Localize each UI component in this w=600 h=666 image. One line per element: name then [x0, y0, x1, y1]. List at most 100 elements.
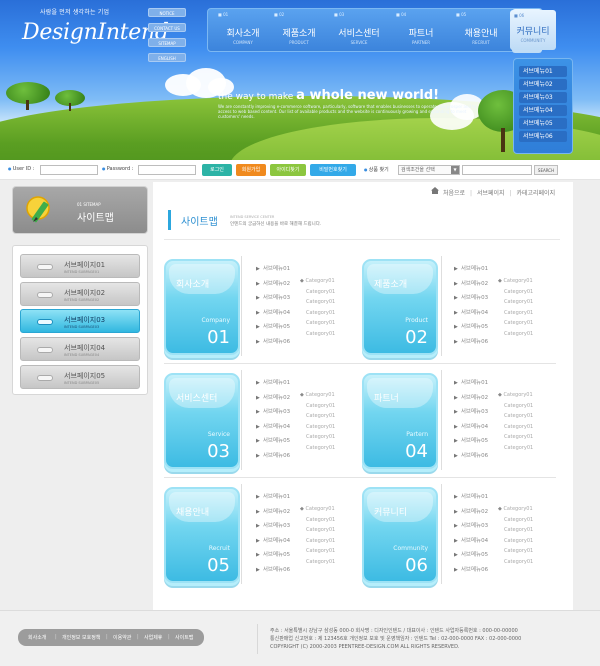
sitemap-category-link[interactable]: Category01	[504, 445, 533, 451]
sitemap-category-link[interactable]: Category01	[504, 559, 533, 565]
join-button[interactable]: 회원가입	[236, 164, 266, 176]
sitemap-menu-link[interactable]: ▶ 서브메뉴05	[256, 550, 290, 558]
footer-link-company[interactable]: 회사소개	[28, 634, 46, 641]
sitemap-category-link[interactable]: Category01	[306, 331, 335, 337]
footer-link-sitemap[interactable]: 사이트맵	[175, 634, 193, 641]
sitemap-menu-link[interactable]: ▶ 서브메뉴04	[256, 536, 290, 544]
find-password-button[interactable]: 비밀번호찾기	[310, 164, 356, 176]
sitemap-category-link[interactable]: ◆ Category01	[498, 392, 533, 398]
sitemap-category-link[interactable]: Category01	[306, 527, 335, 533]
sitemap-category-link[interactable]: Category01	[306, 548, 335, 554]
gnb-company[interactable]: 01 회사소개 COMPANY	[212, 9, 274, 53]
sitemap-menu-link[interactable]: ▶ 서브메뉴05	[256, 322, 290, 330]
sitemap-category-link[interactable]: Category01	[306, 434, 335, 440]
sitemap-category-link[interactable]: Category01	[306, 559, 335, 565]
sitemap-menu-link[interactable]: ▶ 서브메뉴03	[454, 407, 488, 415]
sitemap-category-link[interactable]: Category01	[504, 434, 533, 440]
sitemap-category-link[interactable]: Category01	[504, 331, 533, 337]
sitemap-category-link[interactable]: Category01	[306, 424, 335, 430]
sitemap-menu-link[interactable]: ▶ 서브메뉴05	[454, 436, 488, 444]
lnb-item-subpage05[interactable]: 서브페이지05 INTEND SUBPAGE05	[20, 365, 140, 389]
sitemap-menu-link[interactable]: ▶ 서브메뉴06	[256, 565, 290, 573]
dropdown-item[interactable]: 서브메뉴03	[519, 92, 567, 103]
search-input[interactable]	[462, 165, 532, 175]
sitemap-category-link[interactable]: Category01	[504, 527, 533, 533]
sitemap-category-link[interactable]: Category01	[504, 403, 533, 409]
sitemap-card-service[interactable]: 서비스센터 Service 03	[164, 373, 240, 469]
sitemap-menu-link[interactable]: ▶ 서브메뉴06	[454, 451, 488, 459]
sitemap-category-link[interactable]: Category01	[306, 445, 335, 451]
dropdown-item[interactable]: 서브메뉴02	[519, 79, 567, 90]
sitemap-card-community[interactable]: 커뮤니티 Community 06	[362, 487, 438, 583]
sitemap-menu-link[interactable]: ▶ 서브메뉴05	[454, 550, 488, 558]
sitemap-category-link[interactable]: Category01	[504, 424, 533, 430]
sitemap-menu-link[interactable]: ▶ 서브메뉴03	[256, 521, 290, 529]
sitemap-category-link[interactable]: Category01	[306, 299, 335, 305]
sitemap-menu-link[interactable]: ▶ 서브메뉴03	[256, 407, 290, 415]
sitemap-category-link[interactable]: Category01	[306, 538, 335, 544]
sitemap-menu-link[interactable]: ▶ 서브메뉴02	[256, 279, 290, 287]
breadcrumb-home[interactable]: 처음으로	[443, 190, 465, 197]
password-input[interactable]	[138, 165, 196, 175]
lnb-item-subpage02[interactable]: 서브페이지02 INTEND SUBPAGE02	[20, 282, 140, 306]
sitemap-menu-link[interactable]: ▶ 서브메뉴01	[256, 264, 290, 272]
sitemap-menu-link[interactable]: ▶ 서브메뉴03	[256, 293, 290, 301]
gnb-community-active[interactable]: 06 커뮤니티 COMMUNITY	[510, 10, 556, 50]
sitemap-menu-link[interactable]: ▶ 서브메뉴02	[256, 393, 290, 401]
sitemap-category-link[interactable]: Category01	[306, 517, 335, 523]
sitemap-menu-link[interactable]: ▶ 서브메뉴04	[256, 308, 290, 316]
sitemap-menu-link[interactable]: ▶ 서브메뉴01	[454, 264, 488, 272]
sitemap-card-recruit[interactable]: 채용안내 Recruit 05	[164, 487, 240, 583]
sitemap-category-link[interactable]: ◆ Category01	[498, 506, 533, 512]
sitemap-menu-link[interactable]: ▶ 서브메뉴02	[454, 279, 488, 287]
lnb-item-subpage03[interactable]: 서브페이지03 INTEND SUBPAGE03	[20, 309, 140, 333]
footer-link-partnership[interactable]: 사업제휴	[144, 634, 162, 641]
sitemap-card-partner[interactable]: 파트너 Partern 04	[362, 373, 438, 469]
dropdown-item[interactable]: 서브메뉴05	[519, 118, 567, 129]
sitemap-category-link[interactable]: Category01	[504, 517, 533, 523]
sitemap-category-link[interactable]: Category01	[504, 310, 533, 316]
sitemap-card-product[interactable]: 제품소개 Product 02	[362, 259, 438, 355]
gnb-partner[interactable]: 04 파트너 PARTNER	[390, 9, 452, 53]
sitemap-menu-link[interactable]: ▶ 서브메뉴02	[454, 507, 488, 515]
sitemap-menu-link[interactable]: ▶ 서브메뉴01	[256, 492, 290, 500]
util-sitemap[interactable]: SITEMAP	[148, 38, 186, 47]
sitemap-category-link[interactable]: Category01	[306, 289, 335, 295]
util-notice[interactable]: NOTICE	[148, 8, 186, 17]
sitemap-category-link[interactable]: Category01	[504, 538, 533, 544]
sitemap-menu-link[interactable]: ▶ 서브메뉴05	[454, 322, 488, 330]
footer-link-privacy[interactable]: 개인정보 보호정책	[62, 634, 100, 641]
sitemap-menu-link[interactable]: ▶ 서브메뉴06	[256, 451, 290, 459]
sitemap-menu-link[interactable]: ▶ 서브메뉴01	[454, 378, 488, 386]
sitemap-category-link[interactable]: Category01	[306, 403, 335, 409]
sitemap-menu-link[interactable]: ▶ 서브메뉴06	[454, 565, 488, 573]
sitemap-category-link[interactable]: ◆ Category01	[300, 278, 335, 284]
search-condition-select[interactable]: 검색조건을 선택 ▼	[398, 165, 460, 175]
gnb-service[interactable]: 03 서비스센터 SERVICE	[328, 9, 390, 53]
sitemap-menu-link[interactable]: ▶ 서브메뉴06	[454, 337, 488, 345]
sitemap-category-link[interactable]: Category01	[504, 299, 533, 305]
breadcrumb-sub[interactable]: 서브페이지	[477, 190, 505, 197]
breadcrumb-category[interactable]: 카테고리페이지	[516, 190, 555, 197]
lnb-item-subpage01[interactable]: 서브페이지01 INTEND SUBPAGE01	[20, 254, 140, 278]
sitemap-category-link[interactable]: Category01	[504, 320, 533, 326]
sitemap-menu-link[interactable]: ▶ 서브메뉴04	[454, 308, 488, 316]
sitemap-menu-link[interactable]: ▶ 서브메뉴06	[256, 337, 290, 345]
util-contact[interactable]: CONTACT US	[148, 23, 186, 32]
sitemap-category-link[interactable]: Category01	[504, 289, 533, 295]
sitemap-category-link[interactable]: Category01	[306, 320, 335, 326]
user-id-input[interactable]	[40, 165, 98, 175]
sitemap-category-link[interactable]: Category01	[504, 413, 533, 419]
sitemap-category-link[interactable]: Category01	[504, 548, 533, 554]
sitemap-menu-link[interactable]: ▶ 서브메뉴04	[454, 422, 488, 430]
util-english[interactable]: ENGLISH	[148, 53, 186, 62]
sitemap-menu-link[interactable]: ▶ 서브메뉴04	[454, 536, 488, 544]
sitemap-menu-link[interactable]: ▶ 서브메뉴02	[454, 393, 488, 401]
sitemap-menu-link[interactable]: ▶ 서브메뉴03	[454, 521, 488, 529]
sitemap-category-link[interactable]: Category01	[306, 413, 335, 419]
dropdown-item[interactable]: 서브메뉴01	[519, 66, 567, 77]
sitemap-menu-link[interactable]: ▶ 서브메뉴05	[256, 436, 290, 444]
site-logo[interactable]: DesignIntend	[22, 20, 169, 45]
dropdown-item[interactable]: 서브메뉴04	[519, 105, 567, 116]
dropdown-item[interactable]: 서브메뉴06	[519, 131, 567, 142]
